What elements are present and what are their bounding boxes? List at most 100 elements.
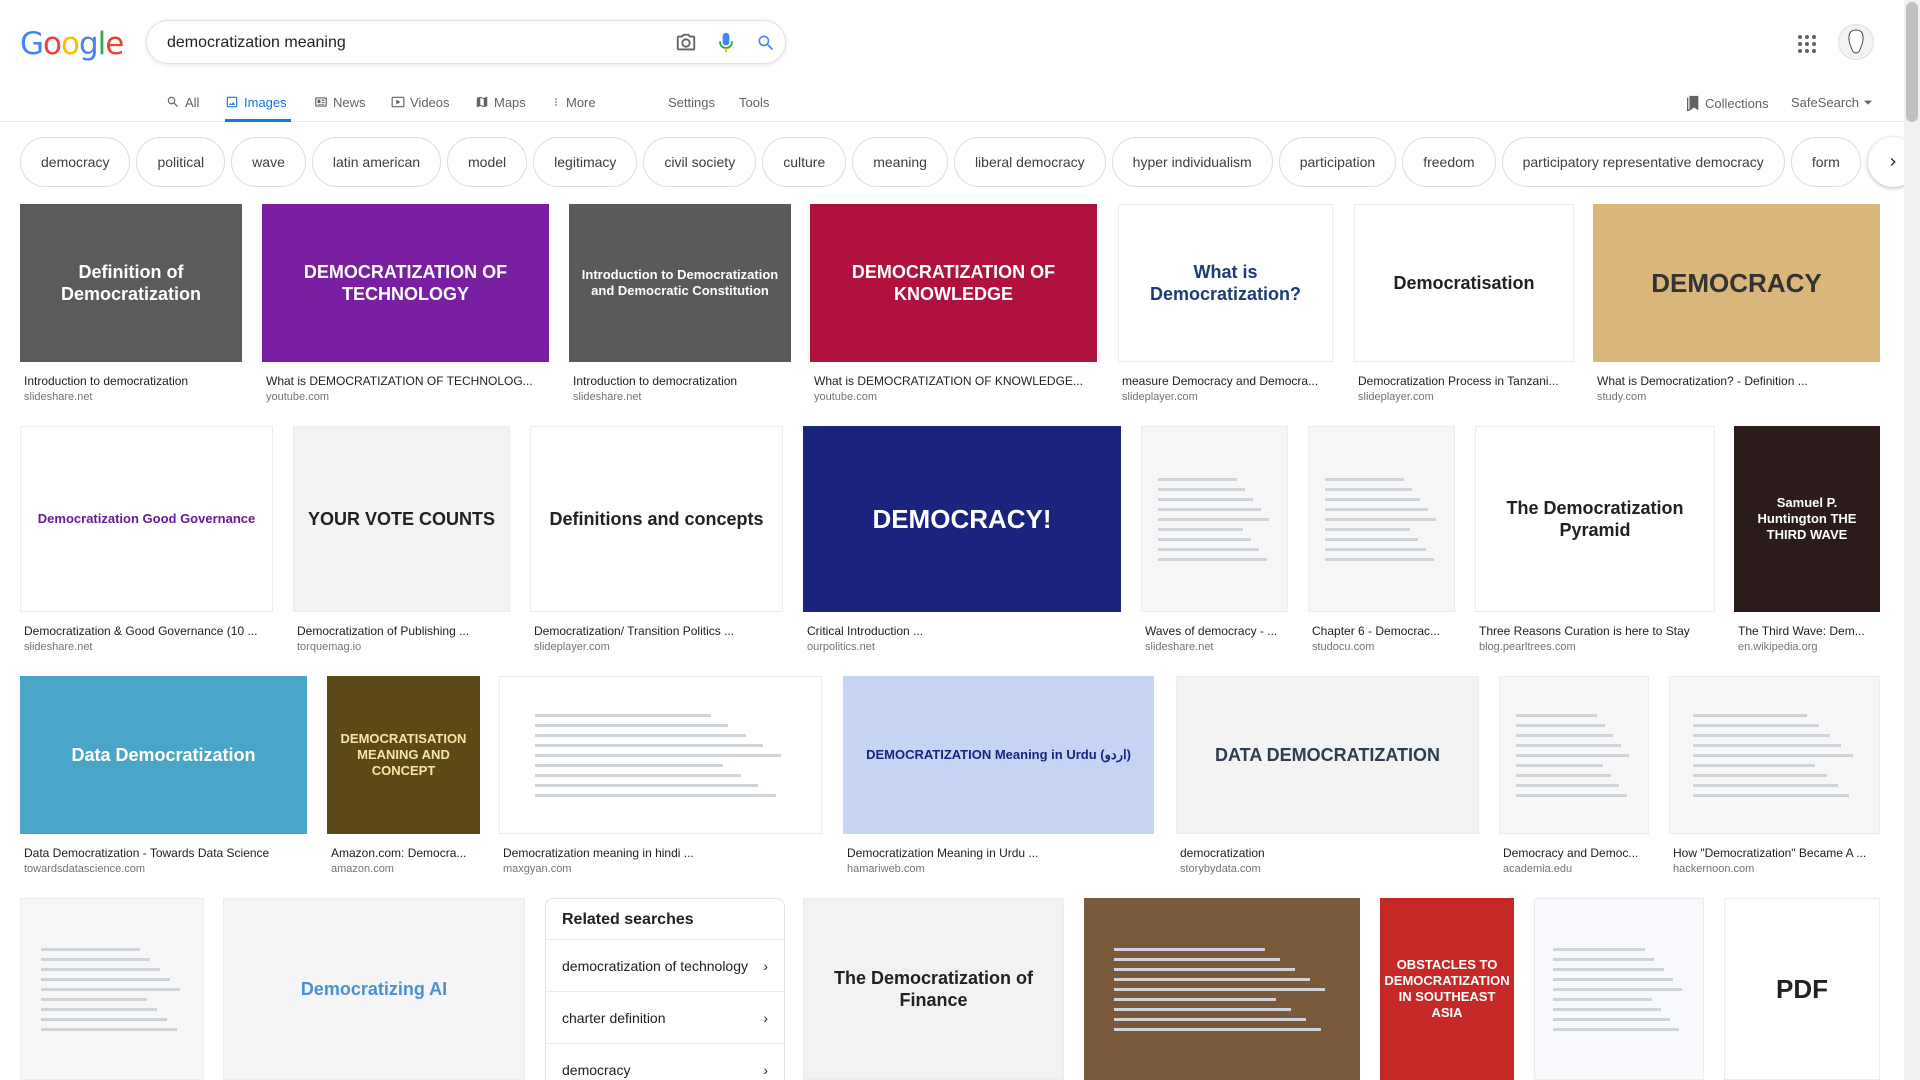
image-result[interactable]: Waves of democracy - ... slideshare.net [1141, 426, 1288, 653]
image-result[interactable]: DEMOCRATIZATION OF TECHNOLOGY What is DEM… [262, 204, 549, 403]
result-thumbnail[interactable]: Introduction to Democratization and Demo… [569, 204, 791, 362]
result-title[interactable]: Introduction to democratization [569, 374, 791, 388]
result-thumbnail[interactable] [1308, 426, 1455, 612]
microphone-icon[interactable] [714, 31, 738, 55]
chip[interactable]: civil society [643, 137, 757, 187]
result-thumbnail[interactable]: DEMOCRATIZATION OF TECHNOLOGY [262, 204, 549, 362]
image-result[interactable] [1084, 898, 1360, 1080]
result-thumbnail[interactable]: OBSTACLES TO DEMOCRATIZATION IN SOUTHEAS… [1380, 898, 1514, 1080]
result-thumbnail[interactable]: DATA DEMOCRATIZATION [1176, 676, 1479, 834]
image-result[interactable]: PDF [1724, 898, 1880, 1080]
result-thumbnail[interactable] [1141, 426, 1288, 612]
camera-icon[interactable] [674, 31, 698, 55]
image-result[interactable]: Democratizing AI [223, 898, 525, 1080]
result-thumbnail[interactable] [1534, 898, 1704, 1080]
image-result[interactable]: Democratisation Democratization Process i… [1354, 204, 1574, 403]
image-result[interactable]: OBSTACLES TO DEMOCRATIZATION IN SOUTHEAS… [1380, 898, 1514, 1080]
image-result[interactable]: DATA DEMOCRATIZATION democratization story… [1176, 676, 1479, 875]
result-thumbnail[interactable]: Democratisation [1354, 204, 1574, 362]
result-thumbnail[interactable]: What is Democratization? [1118, 204, 1333, 362]
result-title[interactable]: Democratization of Publishing ... [293, 624, 510, 638]
result-thumbnail[interactable]: The Democratization Pyramid [1475, 426, 1715, 612]
search-icon[interactable] [754, 31, 778, 55]
image-result[interactable]: How "Democratization" Became A ... hacker… [1669, 676, 1880, 875]
image-result[interactable]: Chapter 6 - Democrac... studocu.com [1308, 426, 1455, 653]
image-result[interactable]: DEMOCRACY What is Democratization? - Defi… [1593, 204, 1880, 403]
image-result[interactable]: What is Democratization? measure Democrac… [1118, 204, 1333, 403]
image-result[interactable]: The Democratization of Finance [803, 898, 1064, 1080]
result-title[interactable]: Democratization/ Transition Politics ... [530, 624, 783, 638]
result-title[interactable]: Waves of democracy - ... [1141, 624, 1288, 638]
image-result[interactable]: DEMOCRATIZATION Meaning in Urdu (اردو) De… [843, 676, 1154, 875]
apps-grid-icon[interactable] [1795, 32, 1819, 56]
tab-more[interactable]: More [551, 90, 596, 122]
chip[interactable]: hyper individualism [1111, 137, 1273, 187]
result-title[interactable]: Three Reasons Curation is here to Stay [1475, 624, 1715, 638]
image-result[interactable] [20, 898, 204, 1080]
result-thumbnail[interactable]: DEMOCRATIZATION OF KNOWLEDGE [810, 204, 1097, 362]
result-thumbnail[interactable]: Definitions and concepts [530, 426, 783, 612]
chip[interactable]: legitimacy [533, 137, 638, 187]
image-result[interactable]: The Democratization Pyramid Three Reasons… [1475, 426, 1715, 653]
result-title[interactable]: Democratization meaning in hindi ... [499, 846, 822, 860]
result-title[interactable]: Amazon.com: Democra... [327, 846, 480, 860]
image-result[interactable]: Introduction to Democratization and Demo… [569, 204, 791, 403]
related-search-item[interactable]: democratization of technology › [546, 939, 784, 991]
chip[interactable]: form [1790, 137, 1861, 187]
settings-link[interactable]: Settings [668, 95, 715, 110]
image-result[interactable]: Data Democratization Data Democratization… [20, 676, 307, 875]
result-thumbnail[interactable]: Democratizing AI [223, 898, 525, 1080]
result-title[interactable]: Introduction to democratization [20, 374, 242, 388]
collections-link[interactable]: Collections [1686, 95, 1769, 111]
chip[interactable]: model [447, 137, 528, 187]
image-result[interactable]: Samuel P. Huntington THE THIRD WAVE The T… [1734, 426, 1880, 653]
google-logo[interactable]: Google [20, 26, 124, 62]
chip[interactable]: participation [1278, 137, 1397, 187]
result-thumbnail[interactable] [20, 898, 204, 1080]
result-title[interactable]: What is Democratization? - Definition ..… [1593, 374, 1880, 388]
chip[interactable]: culture [762, 137, 847, 187]
chip[interactable]: meaning [852, 137, 948, 187]
result-thumbnail[interactable]: DEMOCRACY! [803, 426, 1121, 612]
related-search-item[interactable]: democracy › [546, 1043, 784, 1080]
result-thumbnail[interactable]: Democratization Good Governance [20, 426, 273, 612]
result-title[interactable]: Data Democratization - Towards Data Scie… [20, 846, 307, 860]
result-title[interactable]: The Third Wave: Dem... [1734, 624, 1880, 638]
tab-all[interactable]: All [166, 90, 199, 122]
result-title[interactable]: What is DEMOCRATIZATION OF KNOWLEDGE... [810, 374, 1097, 388]
safesearch-dropdown[interactable]: SafeSearch [1791, 95, 1872, 110]
tab-videos[interactable]: Videos [391, 90, 450, 122]
result-title[interactable]: Critical Introduction ... [803, 624, 1121, 638]
result-thumbnail[interactable] [1669, 676, 1880, 834]
result-thumbnail[interactable]: YOUR VOTE COUNTS [293, 426, 510, 612]
result-thumbnail[interactable]: DEMOCRATIZATION Meaning in Urdu (اردو) [843, 676, 1154, 834]
image-result[interactable]: Definition of Democratization Introductio… [20, 204, 242, 403]
result-title[interactable]: Democracy and Democ... [1499, 846, 1649, 860]
result-thumbnail[interactable]: Samuel P. Huntington THE THIRD WAVE [1734, 426, 1880, 612]
tab-images[interactable]: Images [225, 90, 291, 122]
image-result[interactable]: Democratization Good Governance Democrati… [20, 426, 273, 653]
image-result[interactable]: Democratization meaning in hindi ... maxg… [499, 676, 822, 875]
chip[interactable]: latin american [311, 137, 442, 187]
search-input[interactable] [167, 31, 647, 55]
tab-maps[interactable]: Maps [475, 90, 526, 122]
image-result[interactable]: Definitions and concepts Democratization/… [530, 426, 783, 653]
result-title[interactable]: Democratization Meaning in Urdu ... [843, 846, 1154, 860]
result-title[interactable]: What is DEMOCRATIZATION OF TECHNOLOG... [262, 374, 549, 388]
image-result[interactable]: YOUR VOTE COUNTS Democratization of Publi… [293, 426, 510, 653]
chip[interactable]: liberal democracy [953, 137, 1106, 187]
result-title[interactable]: Democratization Process in Tanzani... [1354, 374, 1574, 388]
tab-news[interactable]: News [314, 90, 366, 122]
image-result[interactable]: DEMOCRACY! Critical Introduction ... ourpo… [803, 426, 1121, 653]
chip[interactable]: freedom [1402, 137, 1496, 187]
result-thumbnail[interactable] [1084, 898, 1360, 1080]
related-search-item[interactable]: charter definition › [546, 991, 784, 1043]
result-thumbnail[interactable]: Data Democratization [20, 676, 307, 834]
result-thumbnail[interactable] [1499, 676, 1649, 834]
result-title[interactable]: Chapter 6 - Democrac... [1308, 624, 1455, 638]
scrollbar-thumb[interactable] [1906, 2, 1918, 122]
chip[interactable]: democracy [20, 137, 131, 187]
result-thumbnail[interactable]: DEMOCRACY [1593, 204, 1880, 362]
image-result[interactable]: Democracy and Democ... academia.edu [1499, 676, 1649, 875]
result-thumbnail[interactable]: The Democratization of Finance [803, 898, 1064, 1080]
